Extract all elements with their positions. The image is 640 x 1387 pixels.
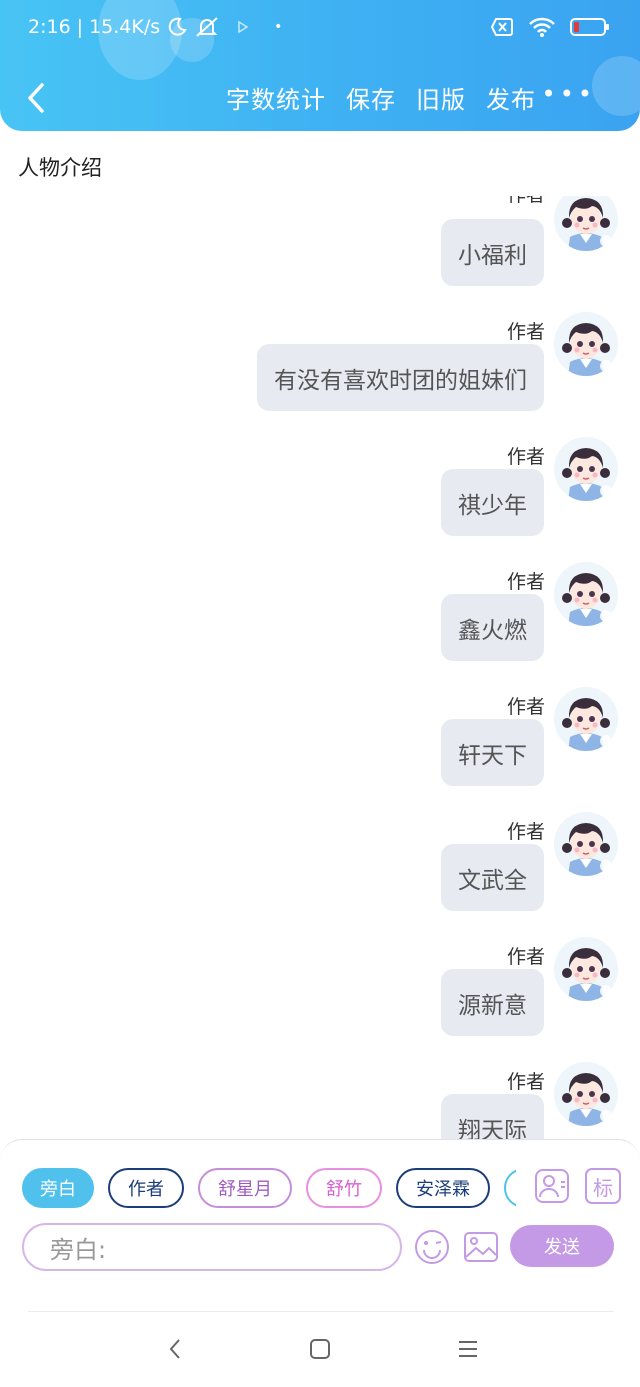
avatar-illustration xyxy=(554,812,618,876)
message-author: 作者 xyxy=(506,946,545,968)
more-button[interactable]: ••• xyxy=(542,80,596,108)
avatar[interactable] xyxy=(554,562,618,626)
play-icon xyxy=(238,20,249,34)
save-button[interactable]: 保存 xyxy=(346,80,396,115)
message-author: 作者 xyxy=(506,696,545,718)
avatar-illustration xyxy=(554,562,618,626)
moon-icon xyxy=(168,17,187,36)
avatar-illustration xyxy=(554,1062,618,1126)
avatar-illustration xyxy=(554,937,618,1001)
message-author: 作者 xyxy=(506,821,545,843)
role-chip-an-zelin[interactable]: 安泽霖 xyxy=(396,1168,490,1208)
old-version-button[interactable]: 旧版 xyxy=(416,80,466,115)
chat-message: 作者 祺少年 xyxy=(18,437,618,552)
chat-message: 作者 翔天际 xyxy=(18,1062,618,1140)
section-title: 人物介绍 xyxy=(18,156,102,180)
message-author: 作者 xyxy=(507,196,545,207)
dot-icon: • xyxy=(274,19,283,35)
nav-menu-icon xyxy=(459,1341,477,1357)
publish-button[interactable]: 发布 xyxy=(486,80,536,115)
avatar[interactable] xyxy=(554,812,618,876)
avatar-illustration xyxy=(554,312,618,376)
avatar[interactable] xyxy=(554,1062,618,1126)
nav-home-button[interactable] xyxy=(300,1333,340,1365)
chat-message: 作者 文武全 xyxy=(18,812,618,927)
chat-message: 作者 轩天下 xyxy=(18,687,618,802)
toolbar-actions: 字数统计 保存 旧版 发布 xyxy=(226,80,536,115)
nav-back-button[interactable] xyxy=(155,1333,195,1365)
word-count-button[interactable]: 字数统计 xyxy=(226,80,326,115)
app-root: 2:16 | 15.4K/s • 字数统计 保存 旧版 发布 ••• 人物介绍 … xyxy=(0,0,640,1387)
avatar[interactable] xyxy=(554,312,618,376)
chat-message: 作者 鑫火燃 xyxy=(18,562,618,677)
chat-message: 作者 有没有喜欢时团的姐妹们 xyxy=(18,312,618,427)
header: 2:16 | 15.4K/s • 字数统计 保存 旧版 发布 ••• xyxy=(0,0,640,131)
message-bubble[interactable]: 有没有喜欢时团的姐妹们 xyxy=(257,344,544,411)
message-bubble[interactable]: 轩天下 xyxy=(441,719,544,786)
tag-button[interactable]: 标 xyxy=(585,1168,621,1204)
chat-list[interactable]: 作者 小福利 作者 有没有喜欢时团的姐妹们 xyxy=(0,196,640,1140)
nav-back-icon xyxy=(169,1339,180,1359)
message-author: 作者 xyxy=(506,571,545,593)
wifi-icon xyxy=(529,17,555,37)
nav-menu-button[interactable] xyxy=(448,1333,488,1365)
emoji-icon[interactable] xyxy=(413,1228,451,1266)
toolbar: 字数统计 保存 旧版 发布 ••• xyxy=(0,72,640,124)
avatar[interactable] xyxy=(554,196,618,251)
network-speed: 15.4K/s xyxy=(89,16,161,38)
message-author: 作者 xyxy=(506,1071,545,1093)
message-bubble[interactable]: 祺少年 xyxy=(441,469,544,536)
chat-message: 作者 源新意 xyxy=(18,937,618,1052)
send-button[interactable]: 发送 xyxy=(510,1225,614,1267)
chat-message: 作者 小福利 xyxy=(18,196,618,302)
composer-panel: 旁白 作者 舒星月 舒竹 安泽霖 标 旁白: 发送 xyxy=(0,1139,640,1311)
sim-off-icon xyxy=(490,18,513,36)
role-chip-narration[interactable]: 旁白 xyxy=(22,1168,94,1208)
message-bubble[interactable]: 小福利 xyxy=(441,219,544,286)
message-bubble[interactable]: 文武全 xyxy=(441,844,544,911)
role-chips[interactable]: 旁白 作者 舒星月 舒竹 安泽霖 xyxy=(22,1168,516,1210)
nav-home-icon xyxy=(310,1339,330,1359)
avatar[interactable] xyxy=(554,437,618,501)
message-author: 作者 xyxy=(506,321,545,343)
message-input[interactable]: 旁白: xyxy=(22,1223,402,1271)
role-chip-more[interactable] xyxy=(504,1168,516,1208)
avatar-illustration xyxy=(554,196,618,251)
image-icon[interactable] xyxy=(462,1228,500,1266)
divider xyxy=(28,1311,614,1312)
character-icon[interactable] xyxy=(534,1168,570,1204)
system-nav-bar xyxy=(0,1311,640,1387)
avatar[interactable] xyxy=(554,937,618,1001)
message-bubble[interactable]: 翔天际 xyxy=(441,1094,544,1140)
role-chip-shu-zhu[interactable]: 舒竹 xyxy=(306,1168,382,1208)
avatar[interactable] xyxy=(554,687,618,751)
battery-icon xyxy=(570,18,609,36)
role-chip-shu-xingyue[interactable]: 舒星月 xyxy=(198,1168,292,1208)
back-button[interactable] xyxy=(18,76,54,120)
message-author: 作者 xyxy=(506,446,545,468)
mute-icon xyxy=(196,17,218,37)
role-chip-author[interactable]: 作者 xyxy=(108,1168,184,1208)
avatar-illustration xyxy=(554,437,618,501)
status-time: 2:16 xyxy=(28,16,71,38)
avatar-illustration xyxy=(554,687,618,751)
message-bubble[interactable]: 源新意 xyxy=(441,969,544,1036)
status-bar: 2:16 | 15.4K/s • xyxy=(0,0,640,58)
message-bubble[interactable]: 鑫火燃 xyxy=(441,594,544,661)
chevron-left-icon xyxy=(28,83,44,113)
